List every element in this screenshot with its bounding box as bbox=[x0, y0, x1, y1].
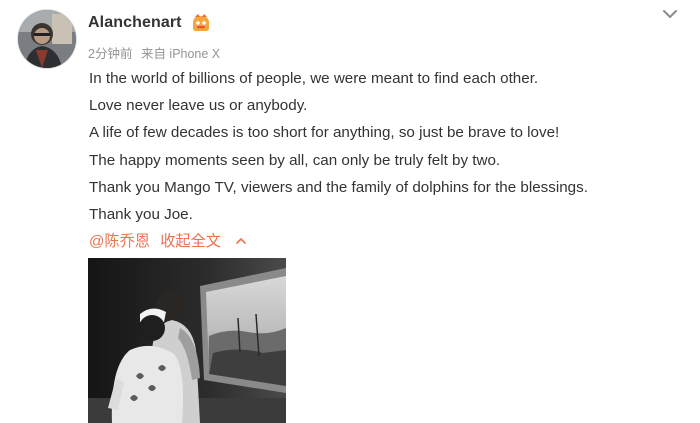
post-text-line: Thank you Mango TV, viewers and the fami… bbox=[89, 178, 588, 196]
username[interactable]: Alanchenart bbox=[88, 14, 182, 32]
post-photo[interactable] bbox=[88, 258, 286, 423]
post-meta: 2分钟前 来自 iPhone X bbox=[88, 43, 225, 62]
post-time[interactable]: 2分钟前 bbox=[88, 47, 132, 61]
chevron-up-icon[interactable] bbox=[235, 233, 247, 250]
post-text-line: A life of few decades is too short for a… bbox=[89, 124, 560, 142]
avatar[interactable] bbox=[18, 10, 76, 68]
mention-link[interactable]: @陈乔恩 bbox=[89, 233, 150, 250]
post-text-line: The happy moments seen by all, can only … bbox=[89, 151, 501, 169]
chevron-down-icon[interactable] bbox=[660, 4, 680, 24]
post-text-line: Thank you Joe. bbox=[89, 206, 193, 224]
collapse-text-button[interactable]: 收起全文 bbox=[160, 233, 221, 250]
post-text-line: In the world of billions of people, we w… bbox=[89, 70, 539, 87]
post-source: 来自 iPhone X bbox=[140, 47, 221, 61]
weibo-post: Alanchenart 2分钟前 来自 iPhone X In the worl… bbox=[0, 0, 700, 423]
post-text-line: Love never leave us or anybody. bbox=[89, 97, 308, 115]
vip-badge-icon[interactable] bbox=[190, 13, 212, 33]
post-text: In the world of billions of people, we w… bbox=[89, 65, 588, 228]
post-actions: @陈乔恩 收起全文 bbox=[89, 229, 247, 251]
